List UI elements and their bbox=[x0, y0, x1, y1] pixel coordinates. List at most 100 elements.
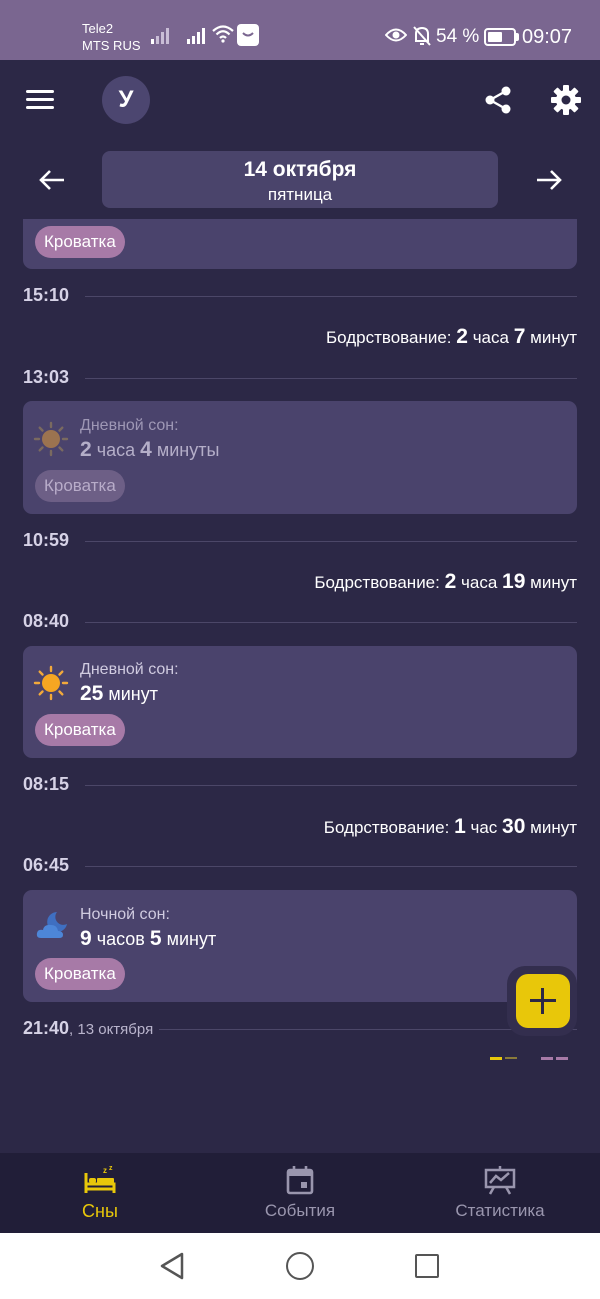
signal-icon bbox=[187, 28, 205, 44]
awake-label: Бодрствование: bbox=[314, 573, 440, 592]
time-label: 13:03 bbox=[23, 367, 70, 387]
battery-icon bbox=[484, 28, 516, 46]
svg-text:z: z bbox=[109, 1165, 113, 1172]
duration-minutes-unit: минуты bbox=[156, 440, 220, 460]
battery-nub bbox=[516, 33, 519, 41]
svg-text:z: z bbox=[103, 1166, 107, 1175]
duration-minutes: 5 bbox=[149, 927, 162, 950]
time-marker: 15:10 bbox=[23, 285, 577, 307]
share-icon[interactable] bbox=[484, 86, 512, 114]
chart-board-icon bbox=[484, 1166, 516, 1195]
time-marker: 21:40, 13 октября bbox=[23, 1018, 577, 1040]
duration-hours-unit: часов bbox=[96, 929, 145, 949]
moon-cloud-icon bbox=[36, 912, 67, 938]
carrier-2: MTS RUS bbox=[82, 38, 141, 53]
shopping-bag-icon bbox=[237, 24, 259, 46]
eye-icon bbox=[385, 28, 407, 42]
wifi-icon bbox=[212, 25, 234, 43]
awake-hours: 2 bbox=[456, 325, 468, 348]
bell-muted-icon bbox=[413, 26, 431, 46]
awake-duration: Бодрствование: 2 часа 19 минут bbox=[314, 570, 577, 594]
menu-icon[interactable] bbox=[26, 90, 54, 110]
awake-label: Бодрствование: bbox=[325, 328, 452, 347]
calendar-icon bbox=[286, 1166, 314, 1195]
awake-minutes-unit: минут bbox=[530, 818, 577, 837]
duration-hours-unit: часа bbox=[96, 440, 136, 460]
bottom-navigation: z z Сны События Статистика bbox=[0, 1153, 600, 1233]
awake-minutes: 30 bbox=[502, 815, 526, 838]
awake-hours: 2 bbox=[444, 570, 457, 593]
time-label: 15:10 bbox=[23, 285, 70, 305]
location-tag: Кроватка bbox=[35, 470, 125, 502]
avatar[interactable]: У bbox=[102, 76, 150, 124]
time-marker: 10:59 bbox=[23, 530, 577, 552]
tab-sleeps[interactable]: z z Сны bbox=[0, 1153, 200, 1233]
previous-day-arrow-icon[interactable] bbox=[38, 168, 66, 192]
awake-minutes: 19 bbox=[502, 570, 526, 593]
plus-icon bbox=[541, 988, 544, 1014]
back-icon[interactable] bbox=[158, 1251, 186, 1281]
awake-label: Бодрствование: bbox=[323, 818, 450, 837]
divider bbox=[85, 866, 577, 867]
legend-dash-pink bbox=[541, 1057, 571, 1060]
awake-minutes-unit: минут bbox=[530, 328, 577, 347]
awake-hours: 1 bbox=[454, 815, 466, 838]
duration-minutes: 25 bbox=[80, 682, 104, 705]
time-label: 21:40, 13 октября bbox=[23, 1018, 153, 1039]
awake-minutes: 7 bbox=[513, 325, 526, 348]
awake-hours-unit: час bbox=[470, 818, 498, 837]
time-marker: 08:40 bbox=[23, 611, 577, 633]
recent-apps-icon[interactable] bbox=[415, 1254, 439, 1278]
sun-icon bbox=[33, 665, 69, 701]
carrier-1: Tele2 bbox=[82, 21, 114, 36]
status-bar: Tele2 MTS RUS 54 % 09:07 bbox=[0, 0, 600, 60]
time-label: 08:15 bbox=[23, 774, 70, 794]
tab-label: Статистика bbox=[455, 1201, 545, 1220]
sleep-card-day[interactable]: Дневной сон: 25 минут Кроватка bbox=[23, 646, 577, 758]
tab-statistics[interactable]: Статистика bbox=[400, 1153, 600, 1233]
time-date: , 13 октября bbox=[69, 1021, 154, 1038]
time-label: 10:59 bbox=[23, 530, 70, 550]
duration-minutes: 4 bbox=[140, 438, 152, 461]
duration-minutes-unit: минут bbox=[166, 929, 217, 949]
next-day-arrow-icon[interactable] bbox=[535, 168, 563, 192]
sleep-card-night[interactable]: Ночной сон: 9 часов 5 минут Кроватка bbox=[23, 890, 577, 1002]
time-label: 08:40 bbox=[23, 611, 70, 631]
time-label: 06:45 bbox=[23, 855, 70, 875]
signal-icon bbox=[151, 28, 169, 44]
duration-minutes-unit: минут bbox=[108, 684, 158, 704]
sleep-duration: 9 часов 5 минут bbox=[80, 927, 216, 951]
location-tag: Кроватка bbox=[35, 226, 125, 258]
time-value: 21:40 bbox=[23, 1018, 70, 1038]
time-marker: 08:15 bbox=[23, 774, 577, 796]
sleep-duration: 25 минут bbox=[80, 682, 158, 706]
selected-date: 14 октября bbox=[243, 158, 357, 181]
time-marker: 13:03 bbox=[23, 367, 577, 389]
location-tag: Кроватка bbox=[35, 958, 125, 990]
carrier-names: Tele2 MTS RUS bbox=[82, 20, 141, 54]
add-button[interactable] bbox=[516, 974, 570, 1028]
divider bbox=[85, 541, 577, 542]
sleep-card-day[interactable]: Дневной сон: 2 часа 4 минуты Кроватка bbox=[23, 401, 577, 514]
sleep-card-partial[interactable]: Кроватка bbox=[23, 219, 577, 269]
divider bbox=[85, 296, 577, 297]
system-navigation-bar bbox=[0, 1233, 600, 1299]
duration-hours: 9 bbox=[80, 927, 92, 950]
gear-icon[interactable] bbox=[550, 84, 582, 116]
date-selector[interactable]: 14 октября пятница bbox=[102, 151, 498, 208]
home-icon[interactable] bbox=[286, 1252, 314, 1280]
awake-duration: Бодрствование: 1 час 30 минут bbox=[324, 815, 577, 839]
sleep-type-label: Ночной сон: bbox=[80, 906, 170, 923]
battery-percent: 54 % bbox=[436, 26, 480, 47]
tab-label: События bbox=[264, 1201, 336, 1220]
location-tag: Кроватка bbox=[35, 714, 125, 746]
divider bbox=[85, 378, 577, 379]
duration-hours: 2 bbox=[80, 438, 92, 461]
selected-weekday: пятница bbox=[267, 185, 333, 204]
sun-icon bbox=[33, 421, 69, 457]
sleep-type-label: Дневной сон: bbox=[80, 661, 179, 678]
bed-icon: z z bbox=[84, 1165, 116, 1193]
legend-dash-yellow bbox=[490, 1057, 520, 1060]
awake-minutes-unit: минут bbox=[530, 573, 577, 592]
tab-events[interactable]: События bbox=[200, 1153, 400, 1233]
